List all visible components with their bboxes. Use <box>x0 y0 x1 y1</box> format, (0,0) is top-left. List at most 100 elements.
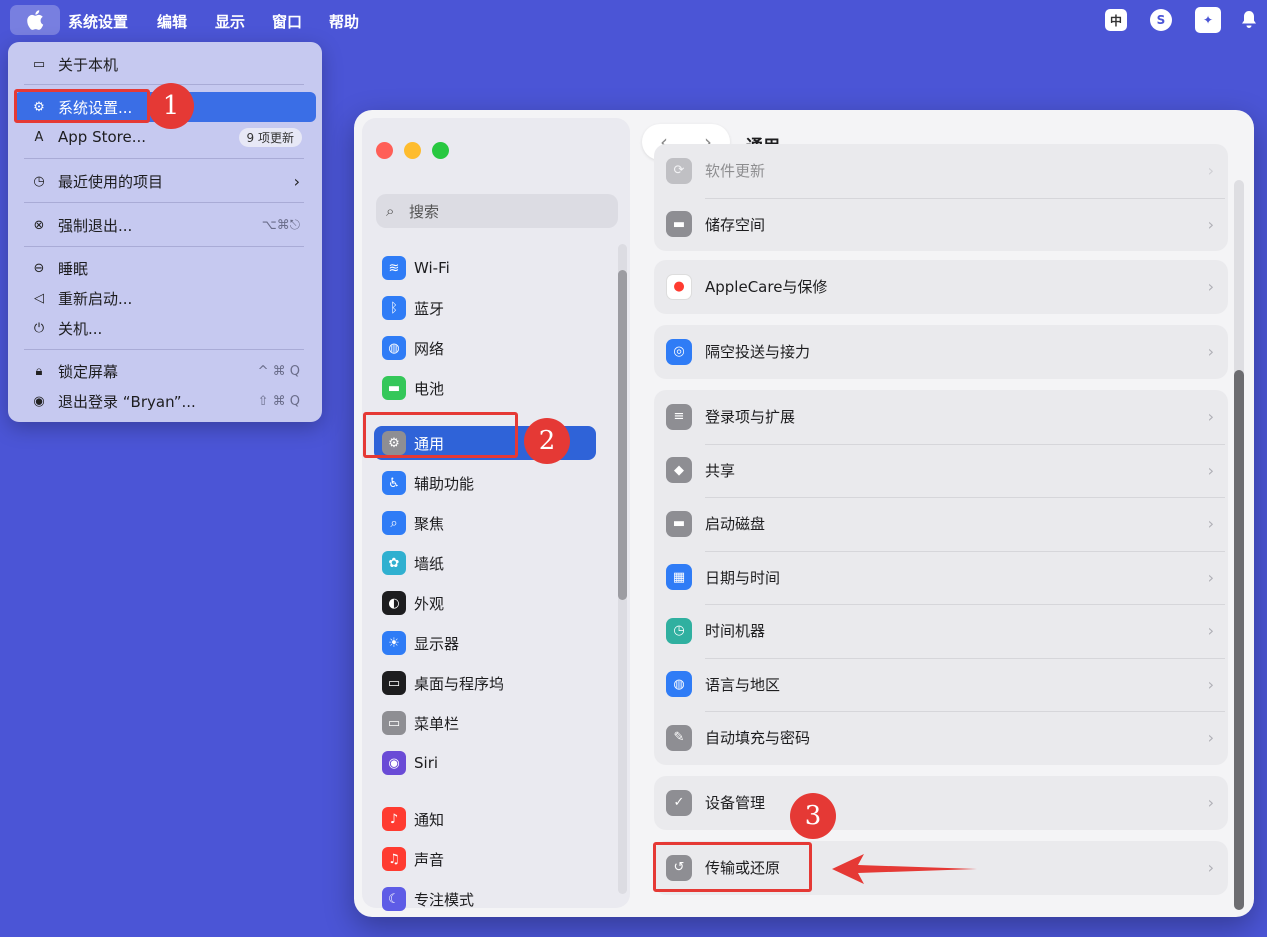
settings-row-label: AppleCare与保修 <box>705 278 828 296</box>
apple-menu-button[interactable] <box>10 5 60 35</box>
menu-view[interactable]: 显示 <box>215 11 245 32</box>
menu-window[interactable]: 窗口 <box>272 11 302 32</box>
sidebar-item[interactable]: ◐ 外观 <box>374 586 596 620</box>
settings-row[interactable]: ● AppleCare与保修 › <box>654 260 1228 313</box>
settings-row[interactable]: ▦ 日期与时间 › <box>654 551 1228 604</box>
menu-separator <box>24 158 304 159</box>
force-quit-icon: ⊗ <box>33 217 45 233</box>
settings-row-label: 共享 <box>705 461 736 480</box>
notification-bell-icon[interactable] <box>1238 9 1260 31</box>
user-icon: ◉ <box>33 393 45 409</box>
settings-row[interactable]: ◍ 语言与地区 › <box>654 658 1228 711</box>
password-icon: ✎ <box>666 724 692 751</box>
menu-item-logout[interactable]: ◉ 退出登录 “Bryan”... ⇧ ⌘ Q <box>8 387 322 415</box>
zoom-button[interactable] <box>432 142 449 159</box>
settings-group: ✓ 设备管理 › <box>654 776 1228 830</box>
login-items-icon: ≡ <box>666 403 692 430</box>
shield-app-icon[interactable]: S <box>1150 9 1172 31</box>
settings-row[interactable]: ✎ 自动填充与密码 › <box>654 711 1228 764</box>
menu-item-shutdown[interactable]: ⏻ 关机... <box>8 314 322 342</box>
settings-row-label: 登录项与扩展 <box>705 408 796 426</box>
moon-icon: ☾ <box>382 887 406 911</box>
settings-row[interactable]: ⟳ 软件更新 › <box>654 144 1228 197</box>
sidebar-item[interactable]: ▭ 桌面与程序坞 <box>374 666 596 700</box>
menu-item-label: 锁定屏幕 <box>58 362 119 381</box>
sidebar-item[interactable]: ◉ Siri <box>374 746 596 780</box>
sidebar-item-label: 电池 <box>414 379 445 398</box>
sidebar-item[interactable]: ✿ 墙纸 <box>374 546 596 580</box>
input-method-icon[interactable]: 中 <box>1105 9 1127 31</box>
menu-item-restart[interactable]: ◁ 重新启动... <box>8 284 322 312</box>
sidebar-item[interactable]: ♿ 辅助功能 <box>374 466 596 500</box>
search-field[interactable]: ⌕ 搜索 <box>376 194 618 228</box>
sidebar-item[interactable]: ▭ 菜单栏 <box>374 706 596 740</box>
sidebar-item-label: 网络 <box>414 339 445 358</box>
battery-icon: ▬ <box>382 376 406 400</box>
sidebar-item-label: 专注模式 <box>414 890 475 909</box>
menu-edit[interactable]: 编辑 <box>157 11 187 32</box>
sidebar-item[interactable]: ☾ 专注模式 <box>374 882 596 916</box>
accessibility-icon: ♿ <box>382 471 406 495</box>
siri-icon: ◉ <box>382 751 406 775</box>
menu-item-recent-items[interactable]: ◷ 最近使用的项目 › <box>8 167 322 195</box>
sidebar-item[interactable]: ⌕ 聚焦 <box>374 506 596 540</box>
settings-row[interactable]: ▬ 储存空间 › <box>654 198 1228 251</box>
settings-row[interactable]: ▬ 启动磁盘 › <box>654 497 1228 550</box>
sidebar-item[interactable]: ☀ 显示器 <box>374 626 596 660</box>
menu-separator <box>24 349 304 350</box>
device-management-icon: ✓ <box>666 789 692 816</box>
magnifier-icon: ⌕ <box>382 511 406 535</box>
highlight-box-step3 <box>653 842 812 892</box>
close-button[interactable] <box>376 142 393 159</box>
settings-row-label: 储存空间 <box>705 215 766 234</box>
sidebar-item[interactable]: ≋ Wi-Fi <box>374 251 596 285</box>
settings-group: ≡ 登录项与扩展 › ◆ 共享 › ▬ 启动磁盘 › ▦ 日期与时间 › ◷ 时间机器 › ◍ 语言与地区 › ✎ 自… <box>654 390 1228 765</box>
calendar-icon: ▦ <box>666 564 692 590</box>
bell-icon: ♪ <box>382 807 406 831</box>
menu-item-label: 强制退出... <box>58 216 133 235</box>
sidebar: ⌕ 搜索 ≋ Wi-Fi ᛒ 蓝牙 ◍ 网络 ▬ 电池 ⚙ 通用 ♿ 辅助功能 ⌕ 聚焦 ✿ 墙纸 ◐ 外观 ☀ 显示… <box>362 118 630 911</box>
menu-item-sleep[interactable]: ⊖ 睡眠 <box>8 254 322 282</box>
settings-row-label: 启动磁盘 <box>705 515 766 533</box>
bird-app-icon[interactable]: ✦ <box>1195 7 1221 33</box>
settings-row[interactable]: ◆ 共享 › <box>654 444 1228 497</box>
sidebar-item-label: 菜单栏 <box>414 714 460 733</box>
menu-item-label: 关机... <box>58 319 103 338</box>
content-scrollbar[interactable] <box>1234 370 1244 910</box>
step-number-1: 1 <box>148 83 194 129</box>
minimize-button[interactable] <box>404 142 421 159</box>
settings-row[interactable]: ✓ 设备管理 › <box>654 776 1228 829</box>
sidebar-item[interactable]: ♫ 声音 <box>374 842 596 876</box>
globe-icon: ◍ <box>666 671 692 697</box>
menu-item-label: 最近使用的项目 <box>58 172 164 191</box>
settings-row-label: 隔空投送与接力 <box>705 343 811 361</box>
apple-logo-icon <box>27 10 44 30</box>
flower-icon: ✿ <box>382 551 406 575</box>
menu-item-about[interactable]: ▭ 关于本机 <box>8 50 322 78</box>
chevron-right-icon: › <box>1207 342 1214 361</box>
settings-row[interactable]: ◎ 隔空投送与接力 › <box>654 325 1228 378</box>
menu-bar: 系统设置 编辑 显示 窗口 帮助 中 S ✦ <box>0 0 1267 40</box>
sidebar-item-label: Siri <box>414 754 439 772</box>
settings-row[interactable]: ≡ 登录项与扩展 › <box>654 390 1228 443</box>
sidebar-item[interactable]: ◍ 网络 <box>374 331 596 365</box>
menu-item-label: App Store... <box>58 128 147 146</box>
menu-app-name[interactable]: 系统设置 <box>68 11 128 32</box>
sidebar-item-label: 显示器 <box>414 634 460 653</box>
sidebar-item[interactable]: ♪ 通知 <box>374 802 596 836</box>
app-store-icon: A <box>34 129 44 145</box>
sidebar-item[interactable]: ᛒ 蓝牙 <box>374 291 596 325</box>
menu-item-lock-screen[interactable]: 🔒︎ 锁定屏幕 ^ ⌘ Q <box>8 357 322 385</box>
lock-icon: 🔒︎ <box>35 363 43 379</box>
menu-item-force-quit[interactable]: ⊗ 强制退出... ⌥⌘⎋ <box>8 211 322 239</box>
settings-row-label: 时间机器 <box>705 622 766 640</box>
sidebar-scrollbar[interactable] <box>618 270 627 600</box>
chevron-right-icon: › <box>1207 277 1214 296</box>
menu-help[interactable]: 帮助 <box>329 11 359 32</box>
sidebar-item-label: 聚焦 <box>414 514 445 533</box>
settings-row[interactable]: ◷ 时间机器 › <box>654 604 1228 657</box>
bluetooth-icon: ᛒ <box>382 296 406 320</box>
sidebar-item[interactable]: ▬ 电池 <box>374 371 596 405</box>
chevron-right-icon: › <box>1207 460 1214 480</box>
chevron-right-icon: › <box>1207 793 1214 812</box>
